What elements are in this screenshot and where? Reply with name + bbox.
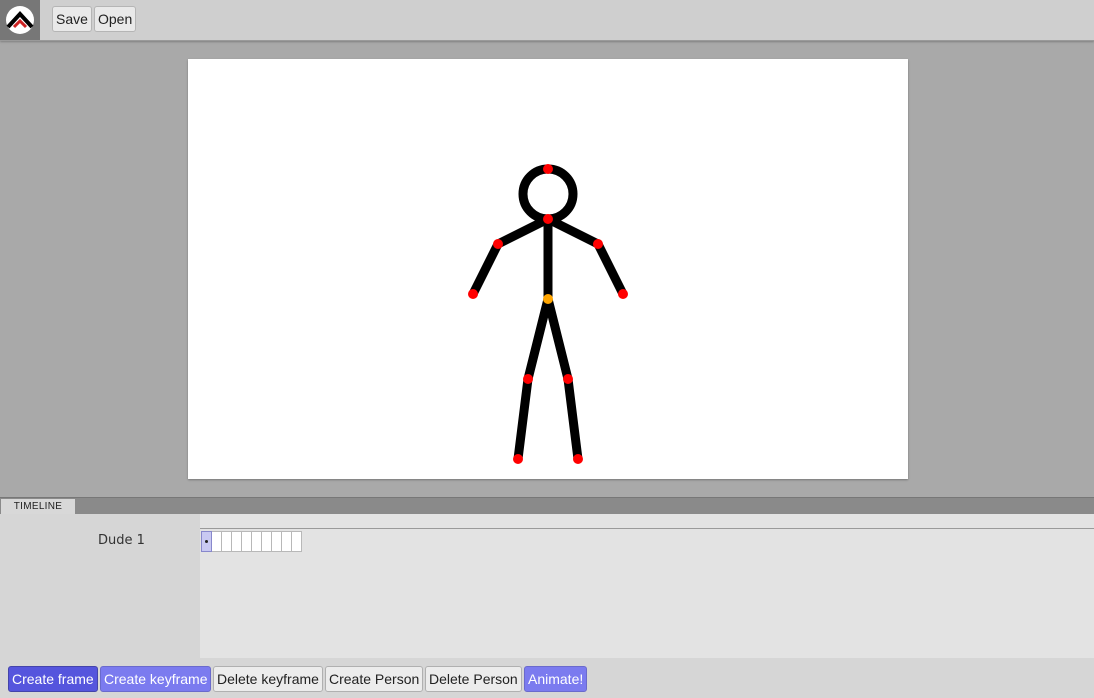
joint-handle-neck[interactable] [543,214,553,224]
joint-handle-head[interactable] [543,164,553,174]
joint-handle-right-elbow[interactable] [593,239,603,249]
open-button[interactable]: Open [94,6,137,32]
create-person-button[interactable]: Create Person [325,666,424,692]
joint-handle-left-elbow[interactable] [493,239,503,249]
animate-button[interactable]: Animate! [524,666,588,692]
joint-handle-right-hand[interactable] [618,289,628,299]
joint-handle-right-foot[interactable] [573,454,583,464]
frame-cell[interactable] [232,531,242,552]
animation-canvas[interactable] [188,59,908,479]
logo[interactable] [0,0,40,40]
joint-handle-left-foot[interactable] [513,454,523,464]
timeline-divider [200,528,1094,529]
frame-cell[interactable] [252,531,262,552]
root-joint-handle[interactable] [543,294,553,304]
joint-handle-right-knee[interactable] [563,374,573,384]
frame-cell-active[interactable] [201,531,212,552]
frame-cell[interactable] [242,531,252,552]
pivot-logo-icon [6,6,34,34]
create-frame-button[interactable]: Create frame [8,666,98,692]
create-keyframe-button[interactable]: Create keyframe [100,666,212,692]
person-label[interactable]: Dude 1 [98,533,145,548]
action-bar: Create frame Create keyframe Delete keyf… [0,658,1094,698]
frame-cell[interactable] [262,531,272,552]
frame-cell[interactable] [272,531,282,552]
tab-timeline[interactable]: TIMELINE [1,499,75,514]
top-toolbar: Save Open [0,0,1094,41]
timeline-header: TIMELINE [0,497,1094,514]
joint-handle-left-knee[interactable] [523,374,533,384]
delete-keyframe-button[interactable]: Delete keyframe [213,666,323,692]
keyframe-dot-icon [205,540,208,543]
frame-cell[interactable] [292,531,302,552]
timeline-person-list: Dude 1 [0,514,200,658]
timeline-frames-area [200,514,1094,658]
delete-person-button[interactable]: Delete Person [425,666,522,692]
frame-cell[interactable] [222,531,232,552]
frame-cell[interactable] [212,531,222,552]
frame-strip [201,531,302,552]
frame-cell[interactable] [282,531,292,552]
save-button[interactable]: Save [52,6,92,32]
stick-figure [468,164,628,464]
joint-handle-left-hand[interactable] [468,289,478,299]
